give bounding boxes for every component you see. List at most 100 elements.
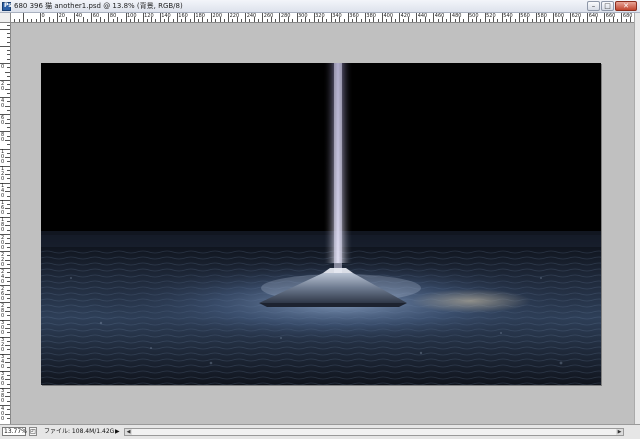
ruler-minor-tick <box>65 17 67 22</box>
ruler-minor-tick <box>7 392 10 394</box>
ruler-minor-tick <box>454 19 456 22</box>
ruler-minor-tick <box>617 19 619 22</box>
ruler-minor-tick <box>236 17 238 22</box>
close-button[interactable]: ✕ <box>615 1 637 11</box>
ruler-minor-tick <box>78 19 80 22</box>
minimize-button[interactable]: – <box>587 1 600 11</box>
ruler-label: 560 <box>520 13 530 19</box>
ruler-minor-tick <box>5 293 10 295</box>
ruler-minor-tick <box>7 195 10 197</box>
ruler-minor-tick <box>5 396 10 398</box>
ruler-minor-tick <box>163 19 165 22</box>
ruler-label: 120 <box>144 13 154 19</box>
ruler-minor-tick <box>612 17 614 22</box>
ruler-minor-tick <box>7 238 10 240</box>
ruler-minor-tick <box>356 17 358 22</box>
ruler-minor-tick <box>557 19 559 22</box>
ruler-label: 460 <box>434 13 445 19</box>
ruler-label: 180 <box>195 13 205 19</box>
horizontal-scrollbar[interactable]: ◀ ▶ <box>124 428 624 436</box>
ruler-minor-tick <box>35 19 37 22</box>
status-menu-arrow-icon[interactable]: ▶ <box>115 426 120 437</box>
ruler-minor-tick <box>7 255 10 257</box>
document-info-icon[interactable]: ◰ <box>29 427 37 436</box>
ruler-minor-tick <box>446 19 448 22</box>
ruler-minor-tick <box>390 17 392 22</box>
ruler-minor-tick <box>497 19 499 22</box>
ruler-minor-tick <box>582 19 584 22</box>
ruler-origin-corner[interactable] <box>0 13 11 23</box>
scroll-left-arrow-icon[interactable]: ◀ <box>125 429 132 435</box>
ruler-minor-tick <box>7 161 10 163</box>
vertical-ruler[interactable]: 0 20 40 60 80 100 120 140 160 180 200 220 240 260 280 3… <box>0 23 11 424</box>
ruler-minor-tick <box>7 58 10 60</box>
ruler-minor-tick <box>578 17 580 22</box>
ruler-minor-tick <box>7 24 10 26</box>
ruler-minor-tick <box>360 19 362 22</box>
ruler-minor-tick <box>215 19 217 22</box>
ruler-minor-tick <box>7 332 10 334</box>
ruler-minor-tick <box>283 19 285 22</box>
ruler-minor-tick <box>600 19 602 22</box>
ruler-minor-tick <box>373 17 375 22</box>
ruler-minor-tick <box>0 28 10 30</box>
ruler-minor-tick <box>44 19 46 22</box>
ruler-minor-tick <box>7 298 10 300</box>
ruler-minor-tick <box>5 276 10 278</box>
ruler-label: 140 <box>161 13 171 19</box>
ruler-minor-tick <box>206 19 208 22</box>
ruler-minor-tick <box>104 19 106 22</box>
ruler-minor-tick <box>527 17 529 22</box>
ruler-minor-tick <box>202 17 204 22</box>
ruler-minor-tick <box>292 19 294 22</box>
ruler-label: 420 <box>400 13 411 19</box>
vertical-scrollbar[interactable] <box>634 13 640 424</box>
ruler-minor-tick <box>52 19 54 22</box>
ruler-label: 20 <box>1 80 5 92</box>
ruler-label: 200 <box>212 13 223 19</box>
scene-artwork <box>41 63 601 385</box>
ruler-minor-tick <box>99 17 101 22</box>
ruler-label: 260 <box>263 13 274 19</box>
ruler-minor-tick <box>7 135 10 137</box>
window-title: 680 396 猫 another1.psd @ 13.8% (背景, RGB/… <box>14 2 183 10</box>
ruler-minor-tick <box>7 315 10 317</box>
ruler-minor-tick <box>7 144 10 146</box>
ruler-label: 660 <box>605 13 616 19</box>
ruler-minor-tick <box>168 17 170 22</box>
ruler-minor-tick <box>7 289 10 291</box>
ruler-minor-tick <box>7 37 10 39</box>
ruler-minor-tick <box>510 17 512 22</box>
ruler-label: 620 <box>571 13 582 19</box>
horizontal-ruler[interactable]: 0 20 40 60 80 100 120 140 160 180 200 220 240 260 280 3… <box>11 13 634 23</box>
ruler-minor-tick <box>608 19 610 22</box>
document-image[interactable] <box>41 63 601 385</box>
ruler-minor-tick <box>5 362 10 364</box>
ruler-minor-tick <box>407 17 409 22</box>
canvas-workspace[interactable] <box>11 23 634 424</box>
maximize-button[interactable]: □ <box>601 1 614 11</box>
ruler-minor-tick <box>155 19 157 22</box>
ruler-minor-tick <box>82 17 84 22</box>
ruler-minor-tick <box>7 54 10 56</box>
ruler-minor-tick <box>523 19 525 22</box>
ruler-minor-tick <box>339 17 341 22</box>
ruler-minor-tick <box>5 105 10 107</box>
title-bar[interactable]: Ps 680 396 猫 another1.psd @ 13.8% (背景, R… <box>0 0 640 13</box>
ruler-minor-tick <box>591 19 593 22</box>
ruler-minor-tick <box>7 110 10 112</box>
ruler-minor-tick <box>514 19 516 22</box>
ruler-minor-tick <box>7 75 10 77</box>
scroll-right-arrow-icon[interactable]: ▶ <box>616 429 623 435</box>
ruler-minor-tick <box>112 19 114 22</box>
ruler-minor-tick <box>480 19 482 22</box>
ruler-label: 360 <box>349 13 359 19</box>
zoom-level-field[interactable]: 13.77% <box>2 427 27 436</box>
ruler-label: 500 <box>469 13 479 19</box>
ruler-minor-tick <box>5 310 10 312</box>
ruler-minor-tick <box>531 19 533 22</box>
ruler-minor-tick <box>322 17 324 22</box>
ruler-minor-tick <box>31 19 33 22</box>
ruler-minor-tick <box>505 19 507 22</box>
ruler-minor-tick <box>7 375 10 377</box>
